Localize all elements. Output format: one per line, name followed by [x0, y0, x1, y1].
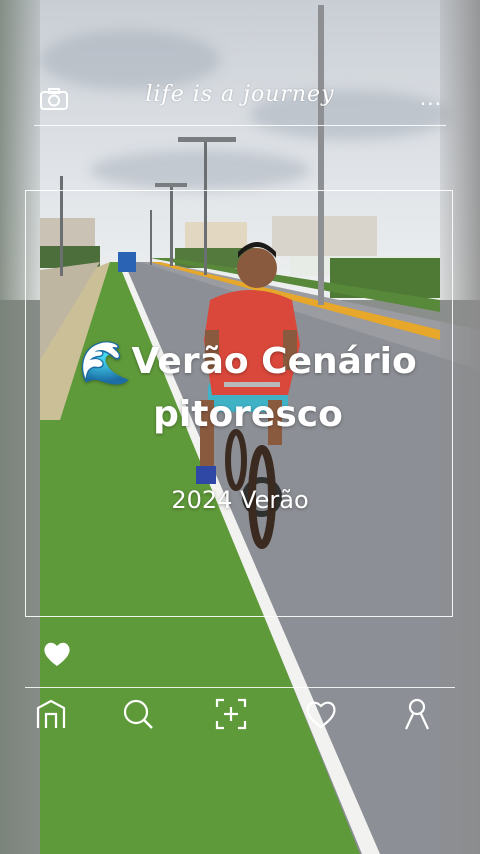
nav-divider: [25, 687, 455, 688]
search-icon[interactable]: [120, 696, 156, 732]
more-dots-icon[interactable]: ...: [420, 86, 442, 110]
add-icon[interactable]: [213, 696, 249, 732]
post-subtitle: 2024 Verão: [171, 486, 309, 514]
post-title-line2: pitoresco: [153, 394, 343, 435]
post-title: 🌊Verão Cenário pitoresco: [58, 336, 438, 441]
heart-outline-icon[interactable]: [303, 696, 339, 732]
profile-icon[interactable]: [399, 696, 435, 732]
heart-icon[interactable]: [42, 640, 72, 668]
bottom-nav: [25, 696, 455, 738]
brand-text: life is a journey: [145, 82, 335, 107]
top-divider: [34, 125, 446, 126]
top-bar: life is a journey ...: [34, 78, 446, 126]
post-title-line1: Verão Cenário: [131, 341, 417, 382]
wave-emoji: 🌊: [79, 338, 132, 387]
home-icon[interactable]: [33, 696, 69, 732]
